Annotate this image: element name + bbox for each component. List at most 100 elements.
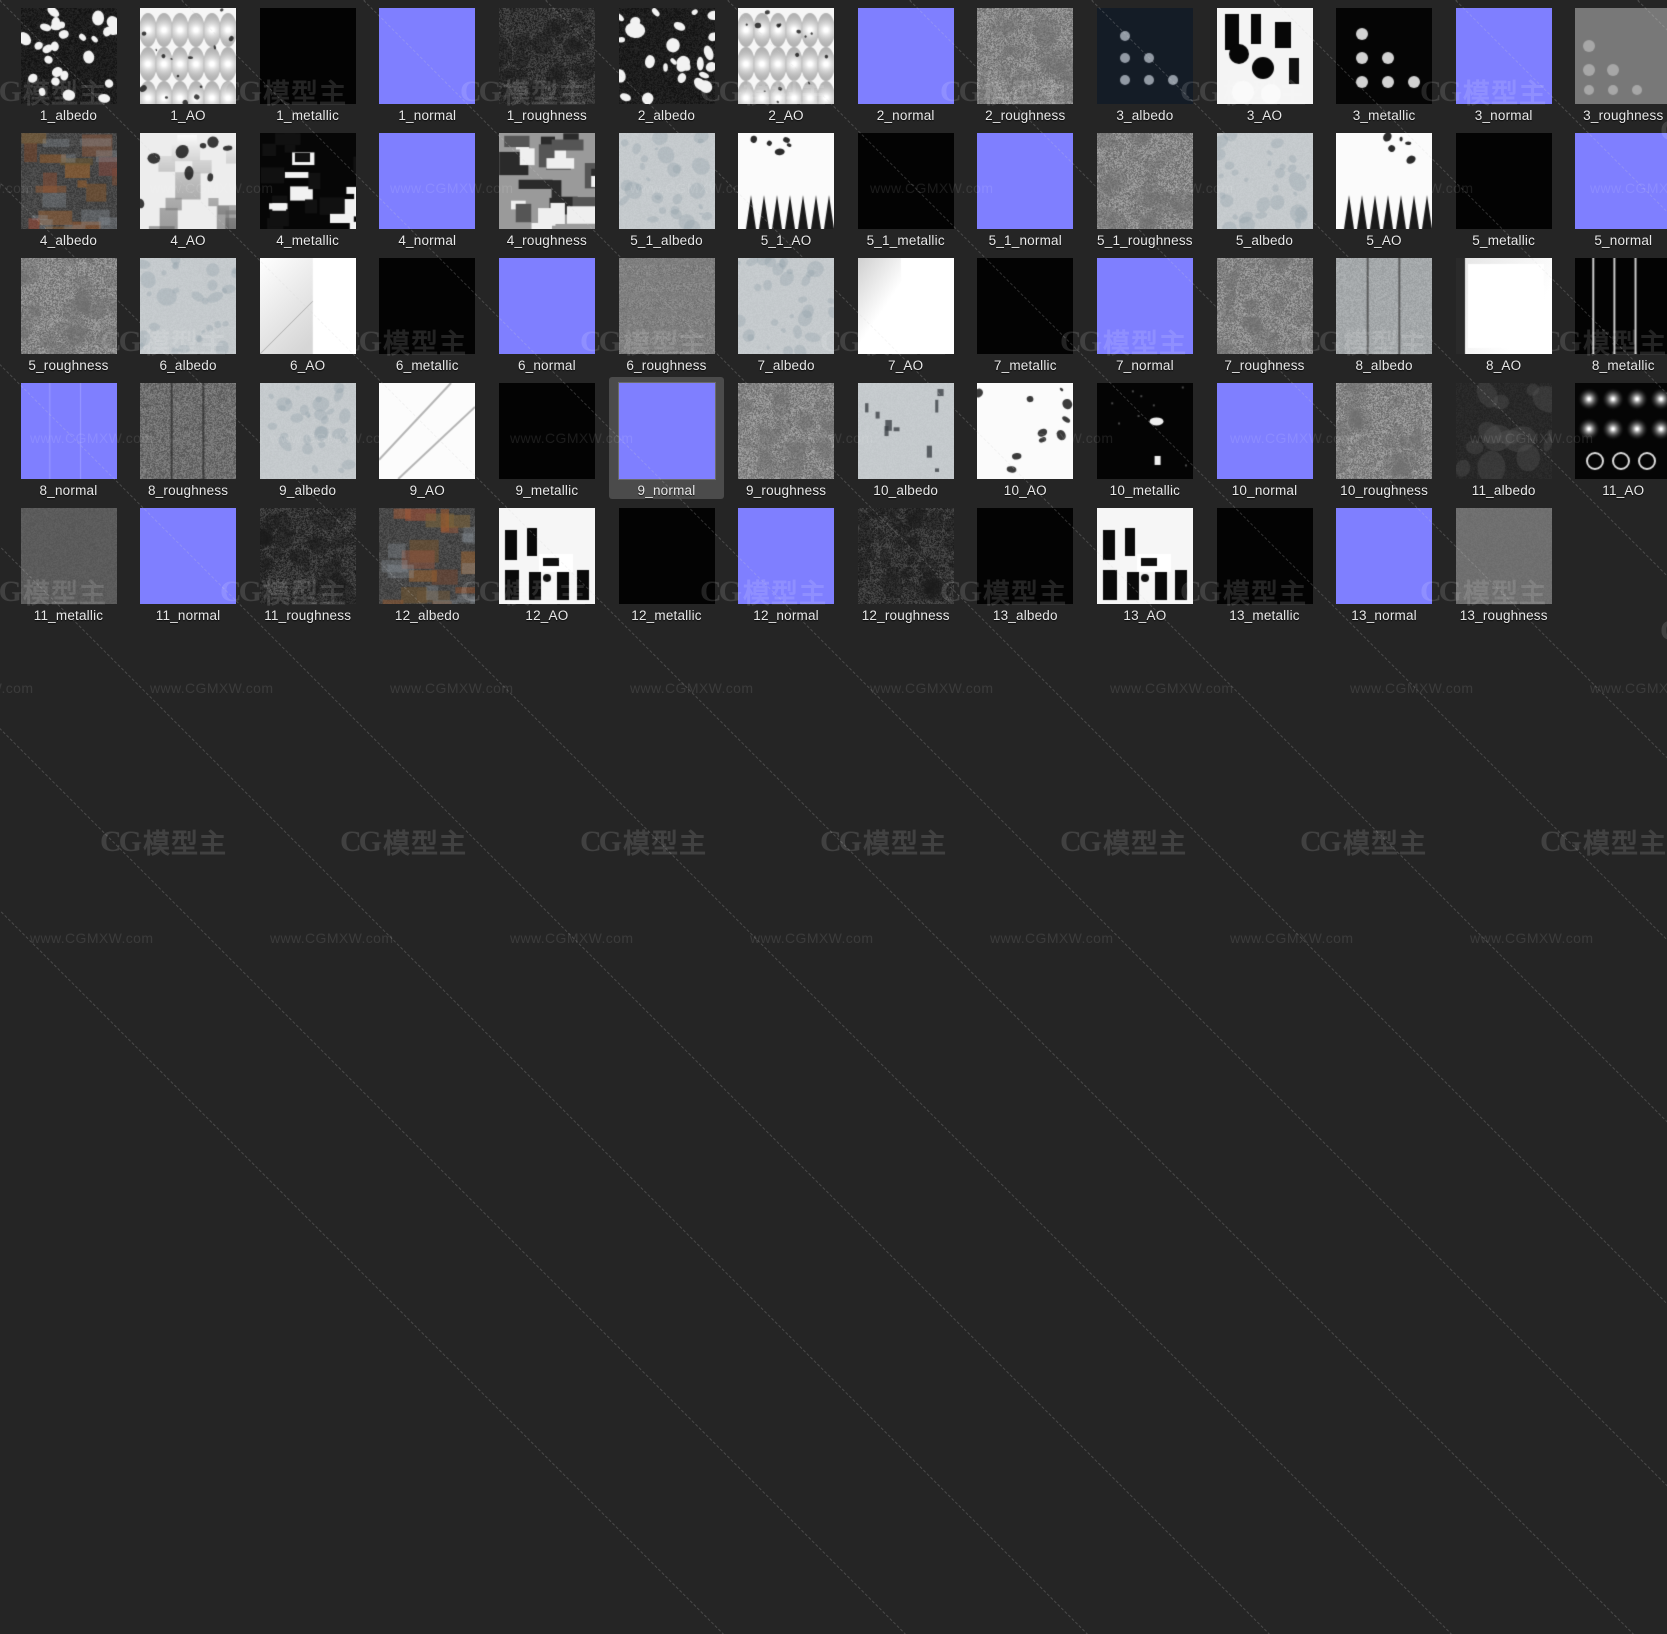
thumbnail-image[interactable] <box>1454 382 1554 480</box>
texture-item[interactable]: 6_AO <box>250 252 365 374</box>
thumbnail-image[interactable] <box>19 382 119 480</box>
thumbnail-image[interactable] <box>377 132 477 230</box>
texture-item[interactable]: 11_AO <box>1566 377 1667 499</box>
texture-item[interactable]: 2_normal <box>848 2 963 124</box>
thumbnail-image[interactable] <box>856 382 956 480</box>
thumbnail-image[interactable] <box>736 257 836 355</box>
texture-item[interactable]: 6_metallic <box>370 252 485 374</box>
thumbnail-image[interactable] <box>1215 507 1315 605</box>
thumbnail-image[interactable] <box>1454 7 1554 105</box>
thumbnail-image[interactable] <box>497 382 597 480</box>
texture-item[interactable]: 8_AO <box>1446 252 1561 374</box>
texture-item[interactable]: 11_roughness <box>250 502 365 624</box>
texture-item[interactable]: 8_normal <box>11 377 126 499</box>
texture-item[interactable]: 11_albedo <box>1446 377 1561 499</box>
texture-item[interactable]: 4_normal <box>370 127 485 249</box>
texture-item[interactable]: 9_roughness <box>729 377 844 499</box>
texture-item[interactable]: 12_roughness <box>848 502 963 624</box>
texture-item[interactable]: 12_metallic <box>609 502 724 624</box>
thumbnail-image[interactable] <box>1215 257 1315 355</box>
thumbnail-image[interactable] <box>617 7 717 105</box>
thumbnail-image[interactable] <box>736 382 836 480</box>
thumbnail-image[interactable] <box>1334 507 1434 605</box>
thumbnail-image[interactable] <box>1334 382 1434 480</box>
thumbnail-image[interactable] <box>1573 7 1667 105</box>
texture-item[interactable]: 5_metallic <box>1446 127 1561 249</box>
thumbnail-image[interactable] <box>1573 132 1667 230</box>
thumbnail-image[interactable] <box>736 132 836 230</box>
thumbnail-image[interactable] <box>377 257 477 355</box>
texture-item[interactable]: 12_normal <box>729 502 844 624</box>
thumbnail-image[interactable] <box>975 507 1075 605</box>
texture-item[interactable]: 7_albedo <box>729 252 844 374</box>
texture-item[interactable]: 8_roughness <box>131 377 246 499</box>
thumbnail-image[interactable] <box>1095 382 1195 480</box>
thumbnail-image[interactable] <box>19 257 119 355</box>
thumbnail-image[interactable] <box>258 257 358 355</box>
texture-item[interactable]: 8_metallic <box>1566 252 1667 374</box>
texture-item[interactable]: 4_AO <box>131 127 246 249</box>
texture-item[interactable]: 2_albedo <box>609 2 724 124</box>
texture-item[interactable]: 11_normal <box>131 502 246 624</box>
texture-item[interactable]: 5_normal <box>1566 127 1667 249</box>
texture-item[interactable]: 5_1_AO <box>729 127 844 249</box>
thumbnail-image[interactable] <box>1573 382 1667 480</box>
thumbnail-image[interactable] <box>1454 132 1554 230</box>
texture-item[interactable]: 11_metallic <box>11 502 126 624</box>
thumbnail-image[interactable] <box>377 507 477 605</box>
thumbnail-image[interactable] <box>1334 257 1434 355</box>
texture-item[interactable]: 5_1_normal <box>968 127 1083 249</box>
thumbnail-image[interactable] <box>258 382 358 480</box>
texture-item[interactable]: 3_roughness <box>1566 2 1667 124</box>
thumbnail-image[interactable] <box>975 7 1075 105</box>
texture-item[interactable]: 10_normal <box>1207 377 1322 499</box>
thumbnail-image[interactable] <box>138 7 238 105</box>
thumbnail-image[interactable] <box>497 132 597 230</box>
thumbnail-image[interactable] <box>497 7 597 105</box>
texture-item[interactable]: 1_albedo <box>11 2 126 124</box>
texture-item[interactable]: 13_albedo <box>968 502 1083 624</box>
thumbnail-image[interactable] <box>856 7 956 105</box>
texture-item[interactable]: 13_AO <box>1087 502 1202 624</box>
thumbnail-image[interactable] <box>736 507 836 605</box>
thumbnail-image[interactable] <box>497 257 597 355</box>
thumbnail-image[interactable] <box>617 257 717 355</box>
thumbnail-image[interactable] <box>856 132 956 230</box>
texture-item[interactable]: 1_metallic <box>250 2 365 124</box>
texture-item[interactable]: 6_roughness <box>609 252 724 374</box>
texture-item[interactable]: 5_1_albedo <box>609 127 724 249</box>
thumbnail-image[interactable] <box>1334 132 1434 230</box>
thumbnail-image[interactable] <box>1095 7 1195 105</box>
thumbnail-image[interactable] <box>377 7 477 105</box>
thumbnail-image[interactable] <box>1454 257 1554 355</box>
texture-item[interactable]: 5_1_metallic <box>848 127 963 249</box>
texture-item[interactable]: 2_AO <box>729 2 844 124</box>
texture-item[interactable]: 5_AO <box>1327 127 1442 249</box>
thumbnail-image[interactable] <box>1215 382 1315 480</box>
thumbnail-image[interactable] <box>1573 257 1667 355</box>
thumbnail-image[interactable] <box>138 507 238 605</box>
texture-item[interactable]: 12_AO <box>489 502 604 624</box>
texture-item[interactable]: 1_roughness <box>489 2 604 124</box>
thumbnail-image[interactable] <box>1095 132 1195 230</box>
thumbnail-image[interactable] <box>258 132 358 230</box>
texture-item[interactable]: 9_AO <box>370 377 485 499</box>
thumbnail-image[interactable] <box>856 257 956 355</box>
texture-item[interactable]: 9_albedo <box>250 377 365 499</box>
thumbnail-image[interactable] <box>975 257 1075 355</box>
texture-item[interactable]: 4_metallic <box>250 127 365 249</box>
texture-item[interactable]: 8_albedo <box>1327 252 1442 374</box>
texture-item[interactable]: 1_AO <box>131 2 246 124</box>
texture-item[interactable]: 10_roughness <box>1327 377 1442 499</box>
thumbnail-image[interactable] <box>617 382 717 480</box>
thumbnail-image[interactable] <box>1215 132 1315 230</box>
thumbnail-image[interactable] <box>975 382 1075 480</box>
texture-item[interactable]: 4_albedo <box>11 127 126 249</box>
thumbnail-image[interactable] <box>617 507 717 605</box>
texture-item[interactable]: 9_normal <box>609 377 724 499</box>
texture-item[interactable]: 2_roughness <box>968 2 1083 124</box>
thumbnail-image[interactable] <box>1334 7 1434 105</box>
thumbnail-image[interactable] <box>19 507 119 605</box>
texture-item[interactable]: 9_metallic <box>489 377 604 499</box>
thumbnail-image[interactable] <box>138 132 238 230</box>
